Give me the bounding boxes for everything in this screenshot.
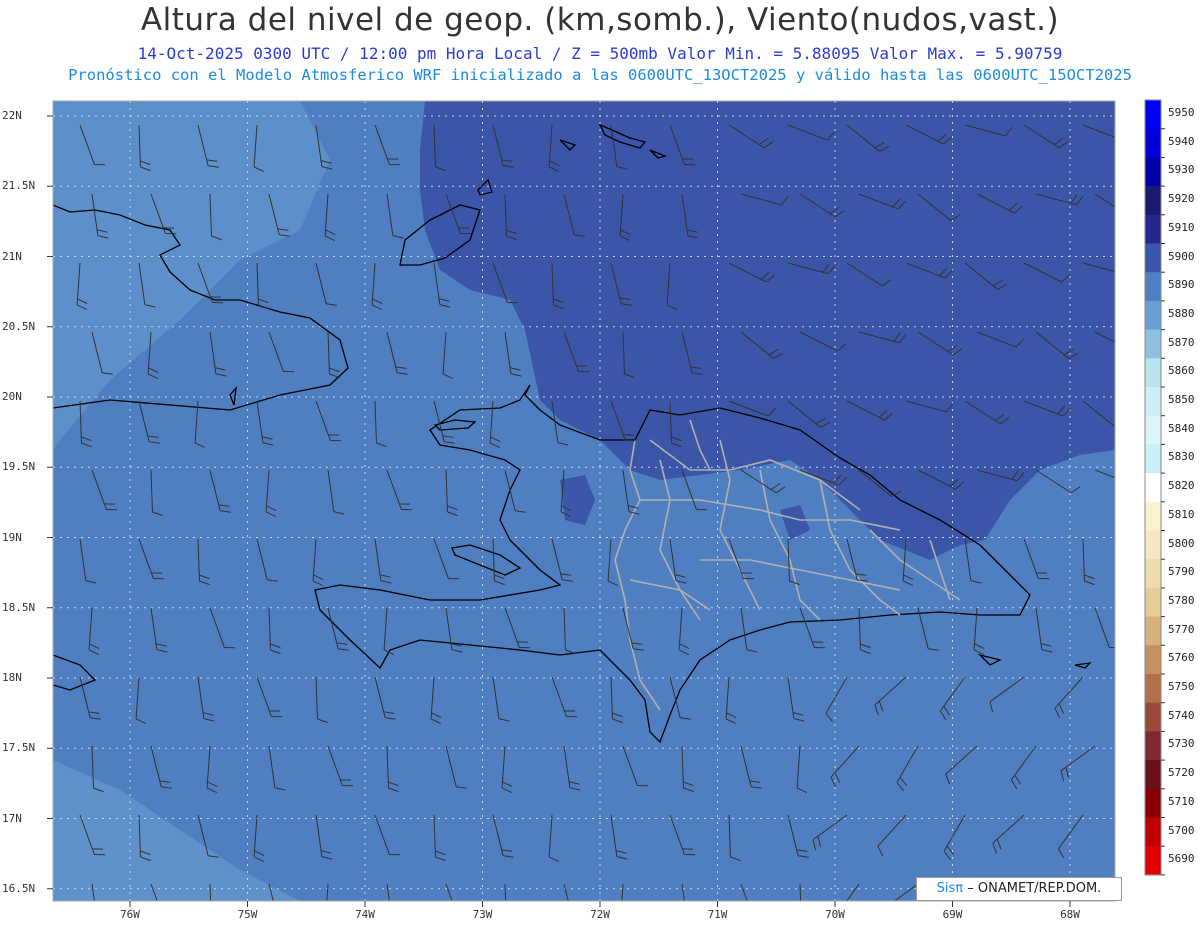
lon-label: 73W	[472, 908, 493, 921]
colorbar-segment	[1145, 616, 1161, 646]
colorbar-label: 5920	[1168, 192, 1195, 206]
colorbar-segment	[1145, 760, 1161, 790]
credit-agency: – ONAMET/REP.DOM.	[967, 881, 1102, 896]
colorbar-label: 5860	[1168, 364, 1195, 378]
colorbar-label: 5870	[1168, 335, 1195, 349]
colorbar-segment	[1145, 358, 1161, 388]
colorbar-label: 5760	[1168, 651, 1195, 665]
colorbar-segment	[1145, 444, 1161, 474]
lon-label: 76W	[120, 908, 140, 921]
colorbar-segment	[1145, 645, 1161, 675]
colorbar-segment	[1145, 128, 1161, 158]
colorbar-segment	[1145, 186, 1161, 216]
lat-label: 19N	[2, 530, 22, 544]
colorbar-segment	[1145, 817, 1161, 847]
colorbar-segment	[1145, 587, 1161, 618]
colorbar-segment	[1145, 272, 1161, 302]
colorbar-label: 5700	[1168, 823, 1195, 837]
colorbar-segment	[1145, 501, 1161, 531]
colorbar-label: 5740	[1168, 708, 1195, 722]
colorbar-segment	[1145, 214, 1161, 244]
colorbar-segment	[1145, 788, 1161, 818]
colorbar-segment	[1145, 530, 1161, 560]
lon-label: 70W	[825, 908, 845, 921]
colorbar-label: 5930	[1168, 163, 1195, 177]
colorbar-segment	[1145, 387, 1161, 417]
lat-label: 16.5N	[2, 881, 36, 895]
colorbar-label: 5730	[1168, 737, 1195, 751]
colorbar-segment	[1145, 300, 1161, 331]
colorbar-label: 5850	[1168, 393, 1195, 406]
colorbar-segment	[1145, 157, 1161, 187]
colorbar-label: 5830	[1168, 450, 1195, 464]
colorbar-label: 5710	[1168, 794, 1195, 808]
lat-label: 17.5N	[2, 741, 36, 755]
colorbar-segment	[1145, 674, 1161, 704]
lat-label: 20.5N	[2, 319, 36, 333]
colorbar	[1144, 99, 1165, 876]
colorbar-label: 5780	[1168, 593, 1195, 607]
lat-label: 18.5N	[2, 600, 36, 614]
lat-label: 20N	[2, 390, 22, 403]
colorbar-label: 5840	[1168, 421, 1195, 435]
colorbar-segment	[1145, 100, 1161, 130]
colorbar-label: 5900	[1168, 249, 1195, 263]
colorbar-label: 5940	[1168, 134, 1195, 148]
colorbar-segment	[1145, 731, 1161, 761]
colorbar-label: 5810	[1168, 507, 1195, 521]
colorbar-label: 5770	[1168, 622, 1195, 636]
colorbar-segment	[1145, 243, 1161, 273]
lon-label: 72W	[590, 908, 610, 921]
colorbar-label: 5790	[1168, 565, 1195, 579]
lat-label: 17N	[2, 811, 22, 825]
colorbar-segment	[1145, 702, 1161, 732]
map-canvas	[47, 99, 1165, 907]
colorbar-segment	[1145, 473, 1161, 503]
colorbar-label: 5950	[1168, 106, 1195, 119]
lon-label: 68W	[1060, 908, 1080, 921]
lat-label: 21.5N	[2, 179, 36, 193]
credit-sis: Sisπ	[936, 881, 964, 896]
colorbar-segment	[1145, 415, 1161, 445]
colorbar-segment	[1145, 846, 1161, 876]
lon-label: 71W	[707, 908, 728, 921]
colorbar-label: 5890	[1168, 278, 1195, 292]
colorbar-segment	[1145, 329, 1161, 359]
colorbar-label: 5720	[1168, 766, 1195, 780]
lat-label: 19.5N	[2, 460, 36, 474]
colorbar-label: 5910	[1168, 220, 1195, 234]
colorbar-label: 5750	[1168, 680, 1195, 693]
lon-label: 75W	[237, 908, 258, 921]
credit-box: Sisπ – ONAMET/REP.DOM.	[916, 877, 1122, 901]
colorbar-segment	[1145, 559, 1161, 589]
colorbar-label: 5820	[1168, 479, 1195, 493]
lat-label: 21N	[2, 249, 22, 263]
colorbar-label: 5880	[1168, 306, 1195, 320]
colorbar-label: 5800	[1168, 536, 1195, 550]
colorbar-label: 5690	[1168, 852, 1195, 866]
lon-label: 74W	[355, 908, 375, 921]
lat-label: 18N	[2, 671, 22, 684]
lon-label: 69W	[942, 908, 963, 921]
lat-label: 22N	[2, 109, 22, 122]
